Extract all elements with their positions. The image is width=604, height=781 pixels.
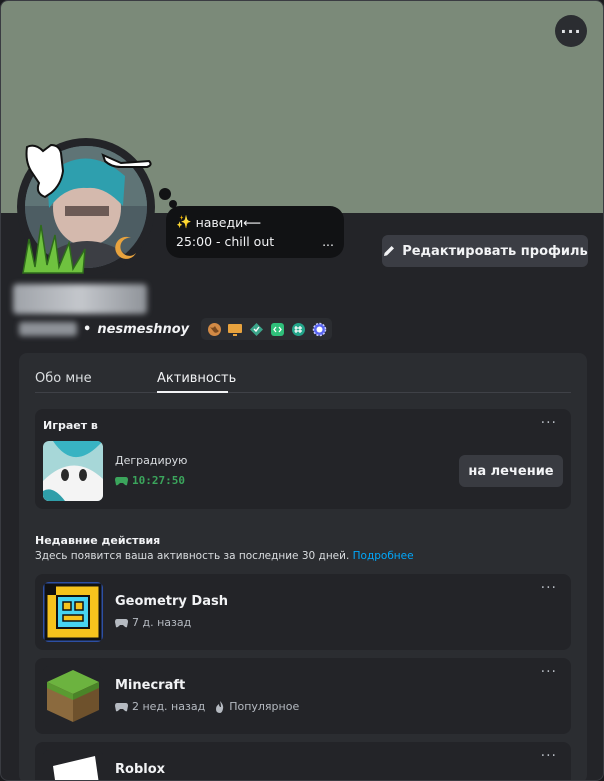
ellipsis-icon[interactable]: ··· xyxy=(541,415,557,431)
diamond-icon[interactable] xyxy=(247,320,265,338)
gamepad-icon xyxy=(115,618,128,627)
ellipsis-icon[interactable]: ··· xyxy=(541,748,557,764)
more-options-button[interactable]: ··· xyxy=(555,15,587,47)
elapsed-time-value: 10:27:50 xyxy=(132,474,185,487)
popular-tag: Популярное xyxy=(229,700,300,713)
ellipsis-icon[interactable]: ··· xyxy=(541,664,557,680)
recent-activity-header: Недавние действия xyxy=(35,534,161,547)
globe-icon[interactable] xyxy=(205,320,223,338)
profile-popout: ··· ✨ наведи⟵ 25:00 - chill out ... Реда… xyxy=(0,0,604,781)
game-meta: 7 д. назад xyxy=(115,616,191,629)
playing-header: Играет в xyxy=(43,419,98,432)
grass-icon xyxy=(22,224,86,274)
recent-subtitle-text: Здесь появится ваша активность за послед… xyxy=(35,550,350,562)
recent-activity-subtitle: Здесь появится ваша активность за послед… xyxy=(35,550,414,562)
ellipsis-icon: ··· xyxy=(560,21,582,41)
sparkles-icon: ✨ xyxy=(176,214,192,229)
status-text: наведи⟵ xyxy=(195,214,262,230)
badge-list xyxy=(201,318,333,340)
custom-status-bubble[interactable]: ✨ наведи⟵ 25:00 - chill out ... xyxy=(166,206,344,258)
game-name: Geometry Dash xyxy=(115,594,228,609)
hash-icon[interactable] xyxy=(289,320,307,338)
username-blurred xyxy=(19,322,77,336)
game-name: Minecraft xyxy=(115,678,186,693)
code-icon[interactable] xyxy=(268,320,286,338)
recent-activity-item[interactable]: ··· Roblox xyxy=(35,742,571,780)
tab-about-me[interactable]: Обо мне xyxy=(35,371,92,386)
game-icon xyxy=(43,582,103,642)
pointing-hand-icon xyxy=(25,143,65,199)
game-name: Roblox xyxy=(115,762,166,777)
display-name-blurred xyxy=(13,284,147,314)
last-played: 7 д. назад xyxy=(132,616,192,629)
username-separator: • xyxy=(83,321,92,337)
gamepad-icon xyxy=(115,702,128,711)
activity-image xyxy=(43,441,103,501)
username: nesmeshnoy xyxy=(97,321,190,337)
flame-icon xyxy=(216,700,224,713)
recent-activity-item[interactable]: ··· Minecraft 2 нед. назад Популярное xyxy=(35,658,571,734)
profile-tabs: Обо мне Активность xyxy=(35,365,571,393)
game-meta: 2 нед. назад Популярное xyxy=(115,700,299,713)
elapsed-time: 10:27:50 xyxy=(115,474,185,487)
gear-icon[interactable] xyxy=(310,320,328,338)
game-icon xyxy=(43,750,103,780)
gamepad-icon xyxy=(115,476,128,485)
moon-icon xyxy=(115,236,136,259)
status-subtext: 25:00 - chill out xyxy=(176,234,275,249)
now-playing-card: Играет в ··· Деградирую 10:27:50 на лече… xyxy=(35,409,571,509)
activity-name: Деградирую xyxy=(115,454,188,467)
monitor-icon[interactable] xyxy=(226,320,244,338)
last-played: 2 нед. назад xyxy=(132,700,206,713)
activity-panel: Обо мне Активность Играет в ··· Деградир… xyxy=(19,353,587,780)
edit-profile-label: Редактировать профиль xyxy=(402,243,588,259)
recent-activity-item[interactable]: ··· Geometry Dash 7 д. назад xyxy=(35,574,571,650)
pointing-hand-icon xyxy=(101,153,152,168)
tab-active-indicator xyxy=(157,391,228,393)
edit-profile-button[interactable]: Редактировать профиль xyxy=(382,235,588,267)
username-row: • nesmeshnoy xyxy=(19,318,333,340)
tab-activity[interactable]: Активность xyxy=(157,371,236,386)
status-more[interactable]: ... xyxy=(322,234,334,249)
game-icon xyxy=(43,666,103,726)
ellipsis-icon[interactable]: ··· xyxy=(541,580,557,596)
activity-action-button[interactable]: на лечение xyxy=(459,455,563,487)
learn-more-link[interactable]: Подробнее xyxy=(353,550,414,562)
bubble-dot xyxy=(159,188,171,200)
pencil-icon xyxy=(384,246,395,256)
